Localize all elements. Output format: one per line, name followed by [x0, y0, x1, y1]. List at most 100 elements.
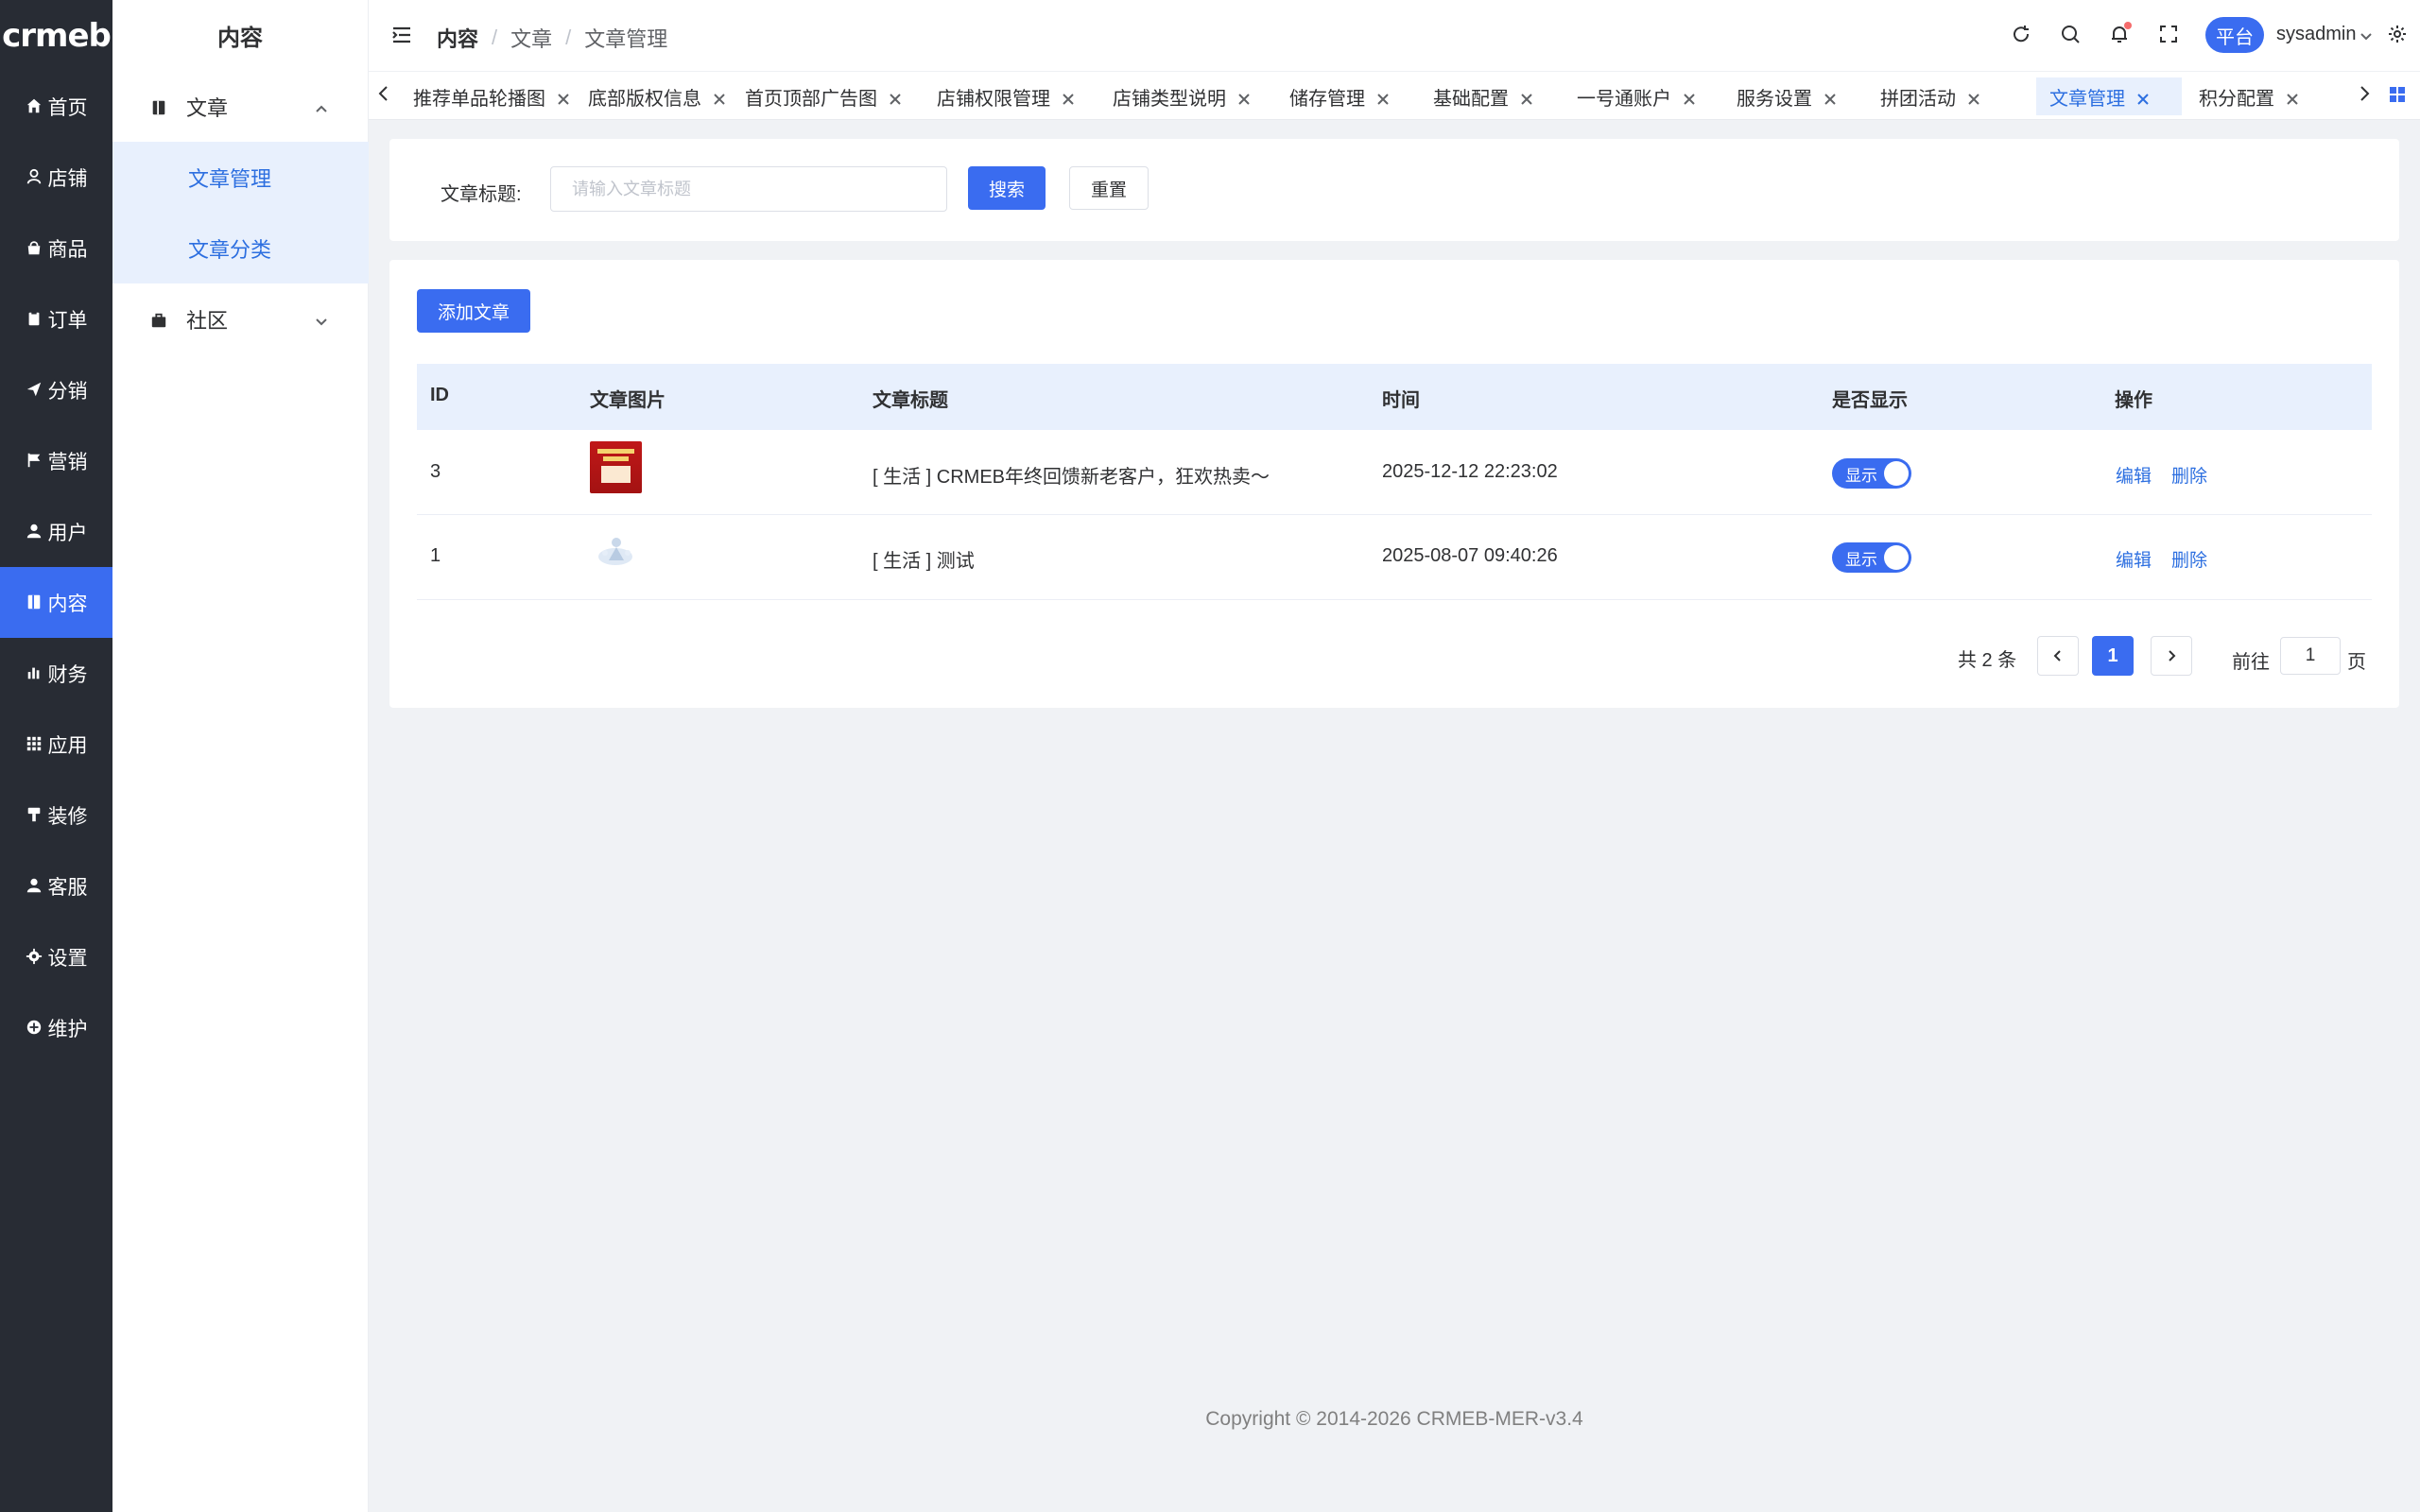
close-icon[interactable]	[889, 90, 902, 105]
chevron-down-icon[interactable]	[2359, 28, 2374, 43]
close-icon[interactable]	[1683, 90, 1696, 105]
search-card: 文章标题: 搜索 重置	[389, 139, 2399, 241]
menu-label: 客服	[47, 876, 88, 899]
close-icon[interactable]	[2286, 90, 2299, 105]
next-page-button[interactable]	[2151, 636, 2192, 676]
tabs-scroll-left-icon[interactable]	[376, 85, 395, 106]
menu-item-maintenance[interactable]: 维护	[0, 992, 112, 1063]
close-icon[interactable]	[1824, 90, 1837, 105]
menu-item-distribution[interactable]: 分销	[0, 354, 112, 425]
tabs-menu-icon[interactable]	[2389, 86, 2408, 105]
goto-page-input[interactable]	[2280, 637, 2341, 675]
tab-item[interactable]: 积分配置	[2186, 77, 2312, 115]
article-title-input[interactable]	[550, 166, 947, 212]
delete-link[interactable]: 删除	[2171, 546, 2207, 572]
search-button[interactable]: 搜索	[968, 166, 1046, 210]
sub-item-article-category[interactable]: 文章分类	[188, 213, 271, 284]
menu-item-service[interactable]: 客服	[0, 850, 112, 921]
menu-item-finance[interactable]: 财务	[0, 638, 112, 709]
tab-item[interactable]: 推荐单品轮播图	[400, 77, 583, 115]
search-icon[interactable]	[2060, 24, 2081, 44]
breadcrumb-item[interactable]: 文章	[510, 23, 552, 53]
menu-item-decoration[interactable]: 装修	[0, 780, 112, 850]
clipboard-icon	[26, 310, 44, 329]
logo[interactable]: crmeb	[0, 0, 112, 71]
menu-label: 店铺	[47, 167, 88, 190]
menu-item-orders[interactable]: 订单	[0, 284, 112, 354]
tab-label: 文章管理	[2049, 88, 2125, 110]
tab-item[interactable]: 服务设置	[1723, 77, 1850, 115]
page-suffix-label: 页	[2347, 652, 2366, 673]
menu-label: 订单	[47, 309, 88, 332]
bag-icon	[26, 239, 44, 258]
edit-link[interactable]: 编辑	[2116, 462, 2152, 488]
user-name[interactable]: sysadmin	[2276, 24, 2356, 45]
show-toggle[interactable]: 显示	[1832, 542, 1911, 573]
platform-button[interactable]: 平台	[2205, 17, 2264, 53]
tab-item[interactable]: 一号通账户	[1564, 77, 1709, 115]
close-icon[interactable]	[1967, 90, 1980, 105]
tabs-bar: 推荐单品轮播图 底部版权信息 首页顶部广告图 店铺权限管理 店铺类型说明 储存管…	[369, 71, 2420, 120]
sub-group-community[interactable]: 社区	[112, 284, 369, 354]
menu-item-marketing[interactable]: 营销	[0, 425, 112, 496]
show-toggle[interactable]: 显示	[1832, 458, 1911, 489]
close-icon[interactable]	[557, 90, 570, 105]
refresh-icon[interactable]	[2011, 24, 2031, 44]
menu-item-goods[interactable]: 商品	[0, 213, 112, 284]
tab-label: 店铺类型说明	[1113, 88, 1226, 110]
menu-item-settings[interactable]: 设置	[0, 921, 112, 992]
column-header: 时间	[1382, 390, 1420, 411]
close-icon[interactable]	[713, 90, 726, 105]
add-article-button[interactable]: 添加文章	[417, 289, 530, 333]
menu-item-shop[interactable]: 店铺	[0, 142, 112, 213]
tab-item[interactable]: 店铺类型说明	[1099, 77, 1264, 115]
tab-item[interactable]: 拼团活动	[1867, 77, 1994, 115]
delete-link[interactable]: 删除	[2171, 462, 2207, 488]
tab-item-active[interactable]: 文章管理	[2036, 77, 2182, 115]
tab-label: 店铺权限管理	[937, 88, 1050, 110]
notification-dot	[2124, 22, 2132, 29]
sub-item-article-manage[interactable]: 文章管理	[188, 142, 271, 213]
pagination-total: 共 2 条	[1958, 650, 2017, 671]
chevron-right-icon	[2169, 650, 2176, 662]
tab-item[interactable]: 底部版权信息	[575, 77, 739, 115]
article-image[interactable]	[590, 524, 642, 576]
grid-icon	[26, 735, 44, 754]
user-icon	[26, 523, 44, 541]
tab-item[interactable]: 基础配置	[1420, 77, 1547, 115]
article-image[interactable]	[590, 441, 642, 493]
bell-icon[interactable]	[2109, 22, 2132, 44]
gear-icon[interactable]	[2387, 24, 2408, 44]
cell-title: [ 生活 ] 测试	[873, 551, 975, 572]
edit-link[interactable]: 编辑	[2116, 546, 2152, 572]
menu-item-apps[interactable]: 应用	[0, 709, 112, 780]
close-icon[interactable]	[2136, 90, 2150, 105]
home-icon	[26, 97, 44, 116]
close-icon[interactable]	[1062, 90, 1075, 105]
table-card: 添加文章 ID 文章图片 文章标题 时间 是否显示 操作 3 [ 生活 ] CR…	[389, 260, 2399, 708]
prev-page-button[interactable]	[2037, 636, 2079, 676]
tabs-scroll-right-icon[interactable]	[2357, 85, 2376, 106]
reset-button[interactable]: 重置	[1069, 166, 1149, 210]
sub-group-article[interactable]: 文章	[112, 71, 369, 142]
menu-item-users[interactable]: 用户	[0, 496, 112, 567]
tab-label: 服务设置	[1737, 88, 1812, 110]
table-header: ID 文章图片 文章标题 时间 是否显示 操作	[417, 364, 2372, 430]
fullscreen-icon[interactable]	[2158, 24, 2179, 44]
menu-item-home[interactable]: 首页	[0, 71, 112, 142]
cell-title: [ 生活 ] CRMEB年终回馈新老客户，狂欢热卖～	[873, 467, 1270, 488]
close-icon[interactable]	[1520, 90, 1533, 105]
collapse-menu-icon[interactable]	[391, 25, 412, 45]
tab-item[interactable]: 储存管理	[1276, 77, 1403, 115]
headset-icon	[26, 877, 44, 896]
shop-icon	[26, 168, 44, 187]
close-icon[interactable]	[1376, 90, 1390, 105]
column-header: 文章标题	[873, 390, 948, 411]
current-page[interactable]: 1	[2092, 636, 2134, 676]
close-icon[interactable]	[1237, 90, 1251, 105]
menu-label: 财务	[47, 663, 88, 686]
tab-item[interactable]: 首页顶部广告图	[732, 77, 915, 115]
tab-item[interactable]: 店铺权限管理	[924, 77, 1088, 115]
menu-item-content[interactable]: 内容	[0, 567, 112, 638]
top-header: 内容 / 文章 / 文章管理 平台 sysadmin	[369, 0, 2420, 71]
